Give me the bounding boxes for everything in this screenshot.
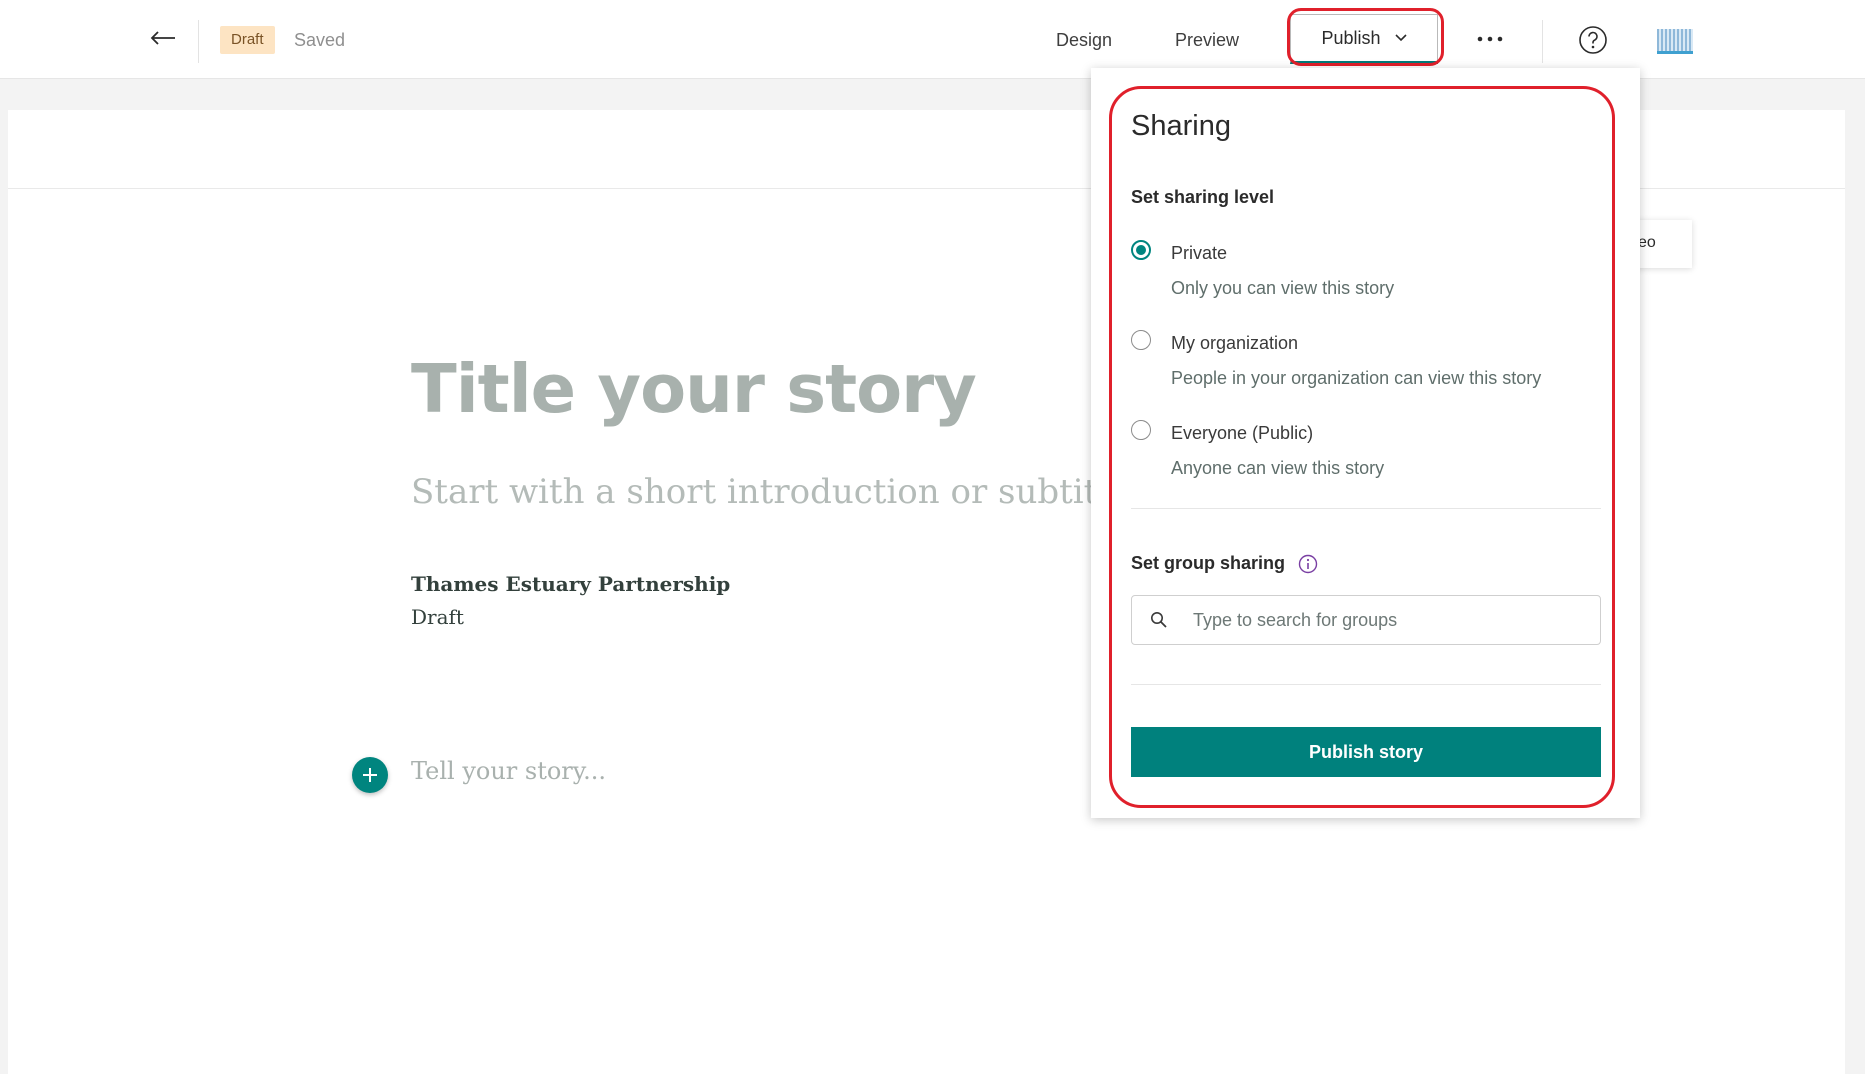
option-desc-everyone-public: Anyone can view this story <box>1171 458 1385 478</box>
design-link[interactable]: Design <box>1056 30 1112 51</box>
story-title-input[interactable]: Title your story <box>411 350 977 428</box>
radio-everyone-public[interactable] <box>1131 420 1151 440</box>
story-status: Draft <box>411 605 464 629</box>
panel-title: Sharing <box>1131 110 1231 142</box>
option-label-my-organization[interactable]: My organization <box>1171 333 1298 354</box>
option-desc-my-organization: People in your organization can view thi… <box>1171 368 1542 388</box>
story-body-input[interactable]: Tell your story... <box>411 757 606 785</box>
group-sharing-heading: Set group sharing <box>1131 553 1286 573</box>
publish-story-button[interactable]: Publish story <box>1131 727 1601 777</box>
sharing-panel: Sharing Set sharing level Private Only y… <box>1091 68 1640 818</box>
option-label-private[interactable]: Private <box>1171 243 1227 264</box>
radio-my-organization[interactable] <box>1131 330 1151 350</box>
more-horizontal-icon[interactable] <box>1472 22 1508 56</box>
publish-button[interactable]: Publish <box>1290 14 1438 64</box>
plus-icon <box>363 768 377 782</box>
preview-link[interactable]: Preview <box>1175 30 1239 51</box>
story-subtitle-input[interactable]: Start with a short introduction or subti… <box>411 472 1128 512</box>
back-arrow-icon[interactable] <box>147 22 179 54</box>
option-desc-private: Only you can view this story <box>1171 278 1395 298</box>
sharing-level-heading: Set sharing level <box>1131 187 1275 207</box>
divider <box>1131 684 1601 685</box>
divider <box>1542 20 1543 63</box>
side-tab-label: eo <box>1638 234 1656 251</box>
saved-status: Saved <box>294 30 346 50</box>
publish-button-label: Publish <box>1321 27 1381 48</box>
help-icon[interactable] <box>1577 24 1609 56</box>
radio-private[interactable] <box>1131 240 1151 260</box>
group-search-placeholder: Type to search for groups <box>1193 610 1398 630</box>
info-icon[interactable] <box>1298 554 1318 574</box>
chevron-down-icon <box>1394 34 1407 42</box>
search-icon <box>1151 612 1167 628</box>
story-author: Thames Estuary Partnership <box>411 572 731 596</box>
option-label-everyone-public[interactable]: Everyone (Public) <box>1171 423 1313 444</box>
group-search-input[interactable]: Type to search for groups <box>1131 595 1601 645</box>
divider <box>1131 508 1601 509</box>
add-block-button[interactable] <box>352 757 388 793</box>
draft-badge: Draft <box>220 26 275 54</box>
divider <box>198 20 199 63</box>
account-avatar[interactable] <box>1657 29 1693 54</box>
